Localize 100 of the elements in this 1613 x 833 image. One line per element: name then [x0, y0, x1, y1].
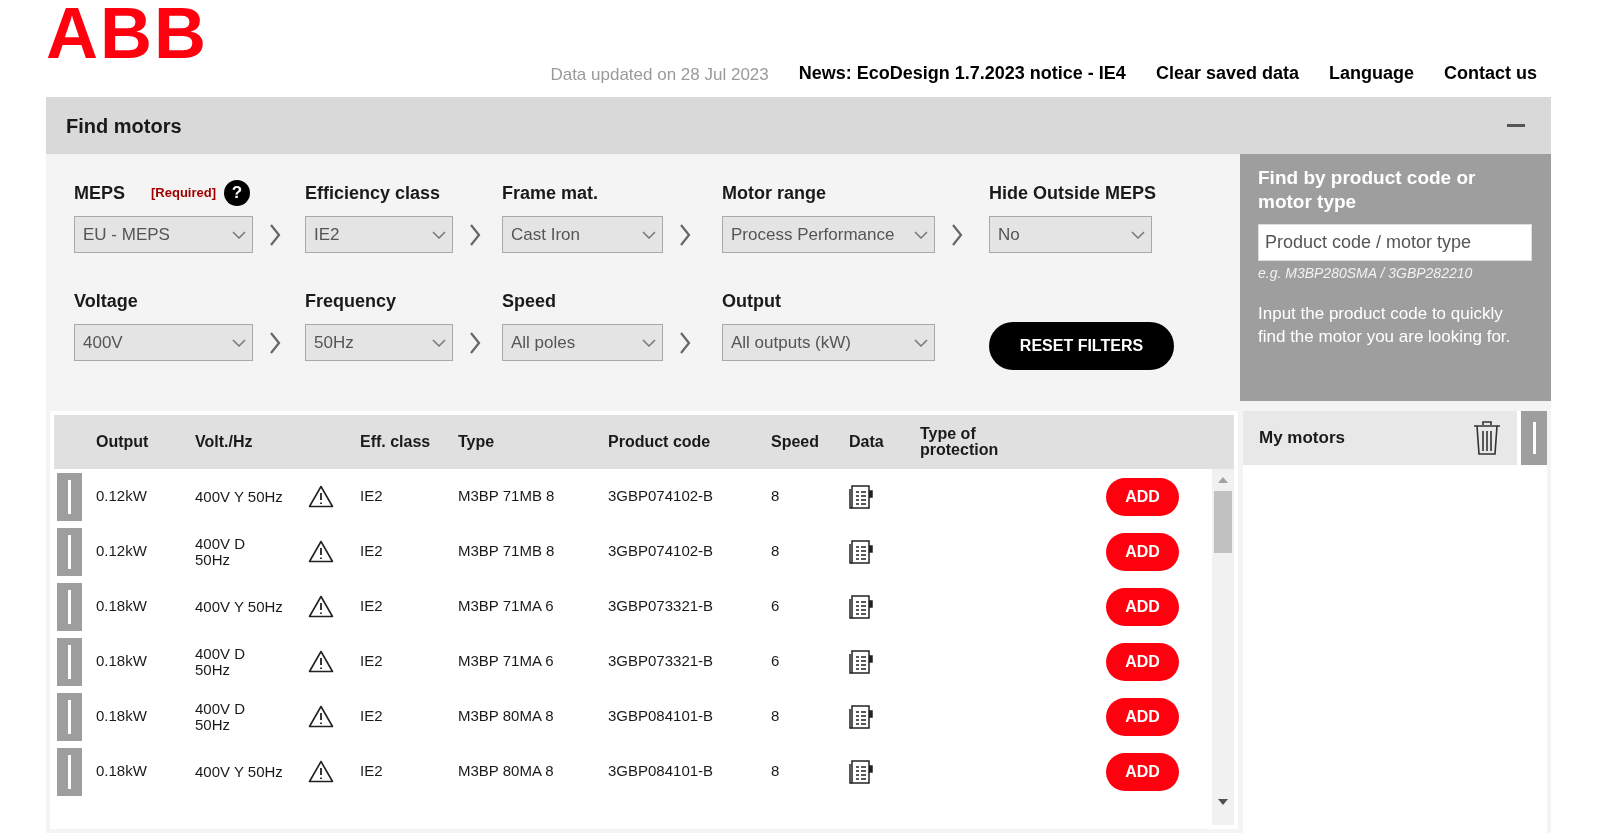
table-cell-text: 3GBP074102-B — [608, 486, 715, 507]
nav-link[interactable]: Language — [1328, 60, 1414, 87]
info-button[interactable] — [1521, 411, 1547, 465]
scrollbar[interactable] — [1212, 469, 1234, 825]
info-button[interactable] — [57, 747, 82, 796]
search-title: Find by product code or motor type — [1258, 166, 1477, 214]
column-header: Speed — [771, 434, 820, 450]
table-cell-text: 8 — [771, 706, 781, 727]
warning-icon[interactable] — [308, 540, 334, 563]
my-motors-title: My motors — [1259, 427, 1346, 450]
dropdown[interactable]: No — [989, 216, 1152, 253]
datasheet-icon[interactable] — [849, 649, 874, 674]
trash-icon[interactable] — [1473, 421, 1501, 455]
warning-icon[interactable] — [308, 650, 334, 673]
dropdown[interactable]: 50Hz — [305, 324, 453, 361]
chevron-right-icon — [469, 222, 481, 247]
chevron-down-icon — [642, 338, 656, 347]
table-cell-text: IE2 — [360, 706, 384, 727]
column-header: Data — [849, 434, 885, 450]
table-cell-text: M3BP 80MA 8 — [458, 761, 555, 782]
nav-link[interactable]: Clear saved data — [1155, 60, 1299, 87]
nav-link[interactable]: News: EcoDesign 1.7.2023 notice - IE4 — [798, 60, 1126, 87]
table-cell-text: 400V Y 50Hz — [195, 763, 284, 780]
filter-label: Efficiency class — [305, 181, 441, 205]
warning-icon[interactable] — [308, 595, 334, 618]
add-button[interactable]: ADD — [1106, 587, 1179, 626]
datasheet-icon[interactable] — [849, 759, 874, 784]
chevron-right-icon — [269, 330, 281, 355]
table-cell-text: IE2 — [360, 486, 384, 507]
table-cell-text: M3BP 71MB 8 — [458, 541, 556, 562]
chevron-right-icon — [679, 330, 691, 355]
table-cell-text: 3GBP084101-B — [608, 761, 715, 782]
search-field[interactable]: Product code / motor type — [1258, 224, 1532, 261]
dropdown[interactable]: EU - MEPS — [74, 216, 253, 253]
data-updated-text: Data updated on 28 Jul 2023 — [550, 63, 769, 86]
required-tag: [Required] — [151, 183, 216, 203]
table-cell-text: IE2 — [360, 541, 384, 562]
table-cell-text: 3GBP074102-B — [608, 541, 715, 562]
dropdown[interactable]: 400V — [74, 324, 253, 361]
dropdown[interactable]: Process Performance — [722, 216, 935, 253]
info-button[interactable] — [57, 582, 82, 631]
info-button[interactable] — [57, 527, 82, 576]
table-cell-text: M3BP 71MA 6 — [458, 596, 555, 617]
filter-label: Frequency — [305, 289, 397, 313]
datasheet-icon[interactable] — [849, 484, 874, 509]
table-cell-text: 400V Y 50Hz — [195, 488, 284, 505]
datasheet-icon[interactable] — [849, 539, 874, 564]
chevron-down-icon — [432, 230, 446, 239]
add-button[interactable]: ADD — [1106, 477, 1179, 516]
reset-filters-button[interactable]: RESET FILTERS — [989, 322, 1174, 370]
column-header: Type of protection — [920, 426, 1000, 458]
add-button[interactable]: ADD — [1106, 642, 1179, 681]
warning-icon[interactable] — [308, 485, 334, 508]
chevron-right-icon — [469, 330, 481, 355]
warning-icon[interactable] — [308, 705, 334, 728]
table-cell-text: 0.18kW — [96, 761, 148, 782]
chevron-down-icon — [642, 230, 656, 239]
chevron-down-icon — [232, 338, 246, 347]
chevron-right-icon — [679, 222, 691, 247]
dropdown[interactable]: Cast Iron — [502, 216, 663, 253]
filter-label: Frame mat. — [502, 181, 599, 205]
datasheet-icon[interactable] — [849, 704, 874, 729]
table-cell-text: IE2 — [360, 651, 384, 672]
chevron-down-icon — [432, 338, 446, 347]
filter-label: Motor range — [722, 181, 826, 205]
dropdown[interactable]: IE2 — [305, 216, 453, 253]
filter-label: Hide Outside MEPS — [989, 181, 1157, 205]
column-header: Type — [458, 434, 496, 450]
abb-logo[interactable]: ABB — [46, 2, 208, 64]
table-cell-text: M3BP 71MB 8 — [458, 486, 556, 507]
add-button[interactable]: ADD — [1106, 752, 1179, 791]
dropdown[interactable]: All outputs (kW) — [722, 324, 935, 361]
add-button[interactable]: ADD — [1106, 532, 1179, 571]
datasheet-icon[interactable] — [849, 594, 874, 619]
table-cell-text: 0.18kW — [96, 596, 148, 617]
filter-label: Voltage — [74, 289, 138, 313]
table-cell-text: 8 — [771, 761, 781, 782]
info-button[interactable] — [57, 692, 82, 741]
table-cell-text: 0.18kW — [96, 651, 148, 672]
table-cell-text: 3GBP073321-B — [608, 651, 715, 672]
table-cell-text: M3BP 80MA 8 — [458, 706, 555, 727]
example-text: e.g. M3BP280SMA / 3GBP282210 — [1258, 264, 1474, 283]
filter-label: Speed — [502, 289, 557, 313]
table-cell-text: 6 — [771, 651, 781, 672]
table-cell-text: IE2 — [360, 596, 384, 617]
table-cell-text: 8 — [771, 541, 781, 562]
warning-icon[interactable] — [308, 760, 334, 783]
filter-label: MEPS — [74, 181, 125, 205]
info-button[interactable] — [57, 637, 82, 686]
add-button[interactable]: ADD — [1106, 697, 1179, 736]
nav-link[interactable]: Contact us — [1444, 60, 1537, 87]
table-cell-text: 400V D 50Hz — [195, 535, 247, 568]
chevron-down-icon — [914, 338, 928, 347]
chevron-down-icon — [914, 230, 928, 239]
info-button[interactable] — [57, 472, 82, 521]
table-cell-text: 400V Y 50Hz — [195, 598, 284, 615]
chevron-right-icon — [269, 222, 281, 247]
chevron-right-icon — [951, 222, 963, 247]
dropdown[interactable]: All poles — [502, 324, 663, 361]
help-button[interactable]: ? — [224, 180, 250, 206]
